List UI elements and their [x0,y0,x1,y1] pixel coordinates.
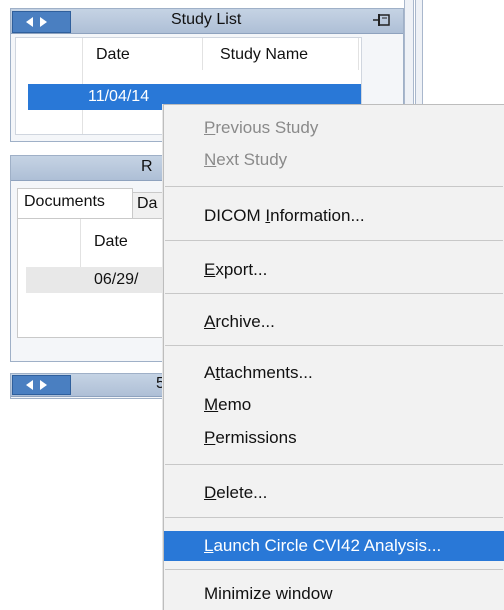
column-divider [358,38,359,70]
menu-item-label: ext Study [216,150,288,169]
menu-item-label: aunch Circle CVI42 Analysis... [213,536,442,555]
menu-item-previous-study[interactable]: Previous Study [164,113,504,143]
menu-item-next-study[interactable]: Next Study [164,145,504,175]
study-list-header: Study List [11,9,403,34]
menu-item-delete[interactable]: Delete... [164,478,504,508]
menu-item-label: P [204,118,216,137]
menu-item-label: A [204,363,216,382]
column-header-date[interactable]: Date [96,46,130,64]
row-date: 11/04/14 [88,88,150,105]
pin-icon[interactable] [372,12,392,28]
menu-item-label: elete... [216,483,268,502]
menu-item-label: Minimize window [204,584,333,603]
menu-item-label: xport... [215,260,268,279]
menu-item-label: revious Study [215,118,319,137]
menu-item-permissions[interactable]: Permissions [164,423,504,453]
tab-secondary-label: Da [137,195,158,212]
menu-separator [165,345,503,346]
menu-separator [165,186,503,187]
menu-item-memo[interactable]: Memo [164,390,504,420]
menu-separator [165,569,503,570]
nav-left-icon[interactable] [26,17,33,27]
nav-right-icon[interactable] [40,380,47,390]
menu-item-label: nformation... [270,206,365,225]
menu-item-label: P [204,428,216,447]
menu-separator [165,293,503,294]
menu-item-launch-cvi42[interactable]: Launch Circle CVI42 Analysis... [164,531,504,561]
column-header-date[interactable]: Date [94,233,128,251]
menu-item-label: ermissions [215,428,297,447]
menu-separator [165,240,503,241]
menu-item-dicom-information[interactable]: DICOM Information... [164,201,504,231]
tab-documents-label: Documents [24,193,105,210]
nav-left-icon[interactable] [26,380,33,390]
menu-item-archive[interactable]: Archive... [164,307,504,337]
menu-item-label: M [204,395,219,414]
column-divider [202,38,203,70]
study-list-title: Study List [171,11,242,28]
menu-item-label: rchive... [215,312,275,331]
menu-separator [165,464,503,465]
menu-item-label: emo [218,395,252,414]
menu-item-attachments[interactable]: Attachments... [164,358,504,388]
context-menu: Previous Study Next Study DICOM Informatio… [163,104,504,610]
menu-item-label: tachments... [220,363,313,382]
nav-right-icon[interactable] [40,17,47,27]
panel-nav-buttons[interactable] [12,375,71,395]
documents-panel-title: R [141,158,153,175]
menu-item-label: DICOM [204,206,266,225]
column-header-study-name[interactable]: Study Name [220,46,308,64]
menu-item-label: A [204,312,216,331]
menu-item-label: D [204,483,217,502]
menu-item-minimize-window[interactable]: Minimize window [164,579,504,609]
panel-nav-buttons[interactable] [12,11,71,33]
column-header-row: Date Study Name [16,38,361,134]
row-date: 06/29/ [94,271,139,288]
tab-documents[interactable]: Documents [17,188,133,219]
menu-item-label: N [204,150,217,169]
menu-item-export[interactable]: Export... [164,255,504,285]
menu-separator [165,517,503,518]
menu-item-label: E [204,260,216,279]
